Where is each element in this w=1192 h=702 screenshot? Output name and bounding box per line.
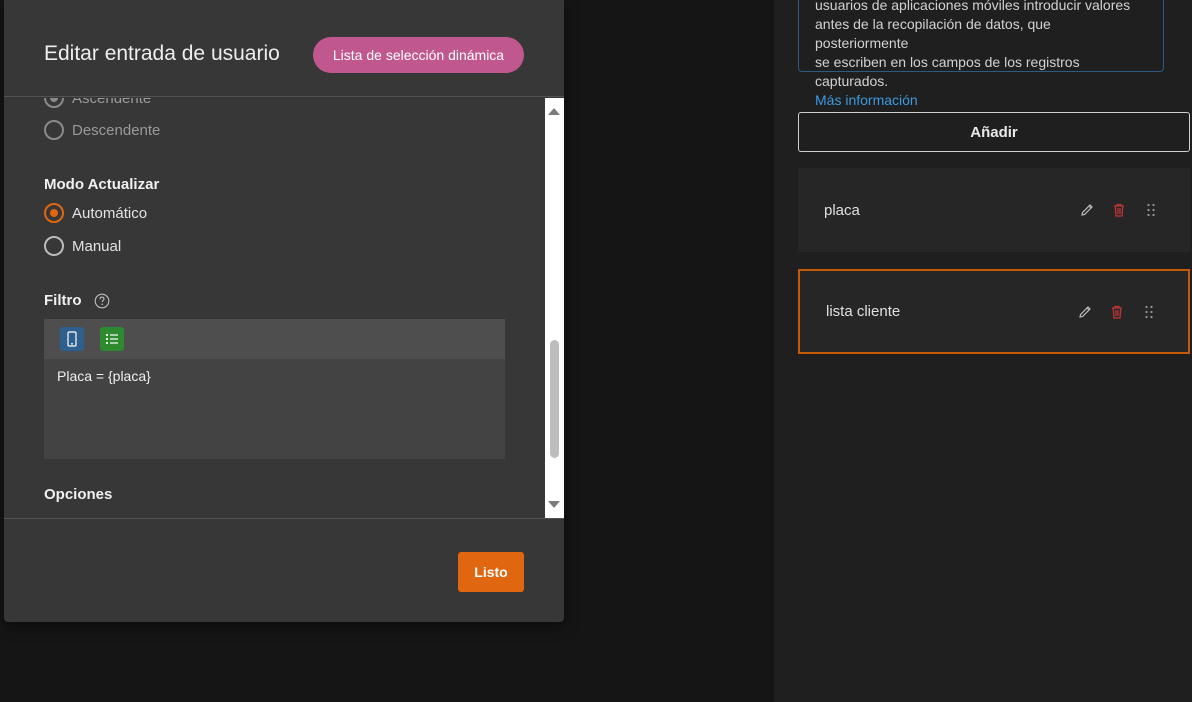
filter-expression[interactable]: Placa = {placa} [44,359,505,393]
dialog-header: Editar entrada de usuario Lista de selec… [4,0,564,97]
help-icon[interactable] [94,293,110,309]
dialog-footer: Listo [4,518,564,622]
info-box: usuarios de aplicaciones móviles introdu… [798,0,1164,108]
scroll-up-arrow-icon[interactable] [548,108,560,115]
radio-ascending[interactable]: Ascendente [44,98,151,108]
dialog-scrollbar[interactable] [545,98,564,518]
radio-descending-indicator [44,120,64,140]
edit-user-input-dialog: Editar entrada de usuario Lista de selec… [4,0,564,622]
radio-label: Automático [72,204,148,222]
list-icon[interactable] [100,327,124,351]
input-type-badge: Lista de selección dinámica [313,37,524,73]
radio-manual-indicator [44,236,64,256]
info-line: usuarios de aplicaciones móviles introdu… [815,0,1131,13]
field-name: placa [824,201,860,219]
radio-ascending-indicator [44,98,64,108]
card-actions [1078,201,1160,219]
radio-automatic[interactable]: Automático [44,203,147,223]
info-line: antes de la recopilación de datos, que p… [815,16,1051,51]
filter-editor[interactable]: Placa = {placa} [44,319,505,459]
edit-icon[interactable] [1076,303,1094,321]
learn-more-link[interactable]: Más información [815,91,1147,110]
add-button[interactable]: Añadir [798,112,1190,152]
radio-label: Descendente [72,121,161,139]
drag-handle-icon[interactable] [1142,201,1160,219]
dialog-title: Editar entrada de usuario [44,42,280,65]
card-actions [1076,303,1158,321]
delete-icon[interactable] [1108,303,1126,321]
delete-icon[interactable] [1110,201,1128,219]
radio-descending[interactable]: Descendente [44,120,160,140]
info-line: se escriben en los campos de los registr… [815,54,1080,89]
field-card-lista-cliente[interactable]: lista cliente [798,269,1190,354]
mobile-device-icon[interactable] [60,327,84,351]
field-card-placa[interactable]: placa [798,168,1190,252]
options-label: Opciones [44,486,113,503]
dialog-body: Ascendente Descendente Modo Actualizar A… [4,98,545,518]
radio-manual[interactable]: Manual [44,236,121,256]
radio-automatic-indicator [44,203,64,223]
radio-label: Manual [72,237,122,255]
drag-handle-icon[interactable] [1140,303,1158,321]
scroll-down-arrow-icon[interactable] [548,501,560,508]
user-input-panel: usuarios de aplicaciones móviles introdu… [774,0,1192,702]
filter-label: Filtro [44,292,82,309]
filter-toolbar [44,319,505,359]
refresh-mode-label: Modo Actualizar [44,176,160,193]
radio-label: Ascendente [72,98,152,107]
edit-icon[interactable] [1078,201,1096,219]
field-name: lista cliente [826,303,901,320]
scroll-thumb[interactable] [550,340,559,458]
done-button[interactable]: Listo [458,552,524,592]
